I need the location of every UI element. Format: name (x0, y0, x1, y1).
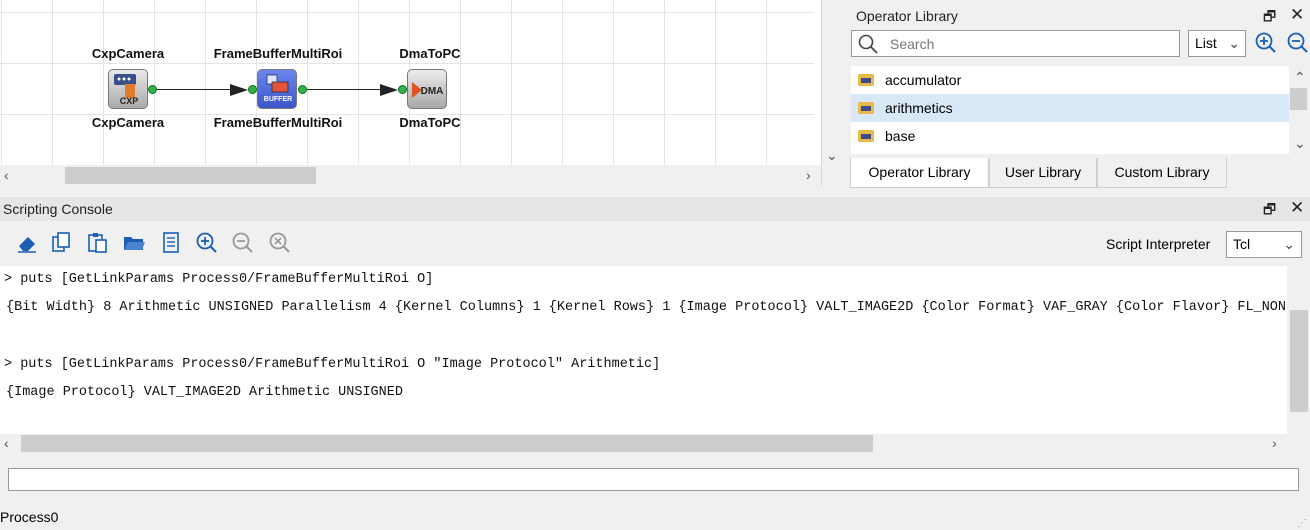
link-arrow (230, 84, 248, 96)
operator-top-label: FrameBufferMultiRoi (213, 46, 343, 61)
float-panel-icon[interactable]: 🗗 (1263, 199, 1276, 223)
search-icon (858, 34, 878, 54)
output-port[interactable] (298, 85, 307, 94)
operator-top-label: CxpCamera (91, 46, 165, 61)
float-panel-icon[interactable]: 🗗 (1263, 6, 1276, 30)
resize-grip-icon[interactable]: ⋰ (1297, 518, 1307, 529)
view-mode-value: List (1195, 35, 1217, 51)
scroll-left-icon[interactable]: ‹ (4, 436, 9, 450)
operator-bottom-label: FrameBufferMultiRoi (213, 115, 343, 130)
library-vertical-scrollbar[interactable]: ⌃ ⌄ (1289, 66, 1309, 154)
chevron-down-icon: ⌄ (1283, 236, 1295, 252)
buffer-icon: BUFFER (264, 74, 292, 103)
zoom-out-icon[interactable] (230, 230, 256, 256)
operator-bottom-label: DmaToPC (399, 115, 461, 130)
canvas-vertical-scroll-down-icon[interactable]: ⌄ (826, 148, 838, 162)
console-result-line: {Bit Width} 8 Arithmetic UNSIGNED Parall… (6, 300, 1287, 315)
canvas-horizontal-scrollbar[interactable]: ‹ › (0, 165, 821, 186)
library-folder-icon (858, 102, 874, 114)
input-port[interactable] (398, 85, 407, 94)
close-panel-icon[interactable]: ✕ (1290, 198, 1304, 218)
cxp-camera-operator[interactable]: CXP (108, 69, 148, 109)
link-line[interactable] (157, 89, 232, 90)
output-port[interactable] (148, 85, 157, 94)
status-bar-process: Process0 (0, 509, 59, 525)
list-item[interactable]: base (851, 122, 1289, 150)
script-interpreter-value: Tcl (1233, 236, 1251, 252)
zoom-in-icon[interactable] (1255, 32, 1277, 54)
dma-icon: DMA (412, 82, 444, 98)
scroll-left-icon[interactable]: ‹ (4, 168, 9, 182)
console-command-line: > puts [GetLinkParams Process0/FrameBuff… (4, 272, 434, 287)
library-panel-title: Operator Library (856, 8, 958, 24)
library-list[interactable]: accumulator arithmetics base (851, 66, 1289, 154)
tab-custom-library[interactable]: Custom Library (1097, 158, 1227, 188)
console-result-line: {Image Protocol} VALT_IMAGE2D Arithmetic… (6, 385, 403, 400)
tab-user-library[interactable]: User Library (989, 158, 1097, 188)
svg-text:DMA: DMA (421, 86, 444, 97)
framebuffer-operator[interactable]: BUFFER (257, 69, 297, 109)
console-horizontal-scrollbar[interactable]: ‹ › (0, 434, 1288, 453)
svg-text:CXP: CXP (120, 96, 139, 106)
scroll-down-icon[interactable]: ⌄ (1294, 136, 1306, 150)
library-folder-icon (858, 130, 874, 142)
search-placeholder: Search (890, 36, 935, 52)
eraser-icon[interactable] (14, 230, 40, 256)
design-canvas[interactable]: CxpCamera CXP CxpCamera FrameBufferMulti… (0, 0, 822, 186)
library-search-input[interactable]: Search (851, 30, 1180, 57)
console-output[interactable]: > puts [GetLinkParams Process0/FrameBuff… (0, 266, 1287, 434)
svg-text:BUFFER: BUFFER (264, 96, 292, 103)
scroll-right-icon[interactable]: › (806, 168, 811, 182)
operator-bottom-label: CxpCamera (91, 115, 165, 130)
zoom-reset-icon[interactable] (267, 230, 293, 256)
link-line[interactable] (307, 89, 382, 90)
library-folder-icon (858, 74, 874, 86)
console-command-line: > puts [GetLinkParams Process0/FrameBuff… (4, 357, 661, 372)
scrollbar-thumb[interactable] (1290, 310, 1308, 412)
input-port[interactable] (248, 85, 257, 94)
copy-icon[interactable] (49, 230, 75, 256)
dma-to-pc-operator[interactable]: DMA (407, 69, 447, 109)
console-vertical-scrollbar[interactable] (1288, 266, 1310, 434)
console-panel-title: Scripting Console (3, 201, 113, 217)
scrollbar-thumb[interactable] (65, 167, 316, 184)
paste-icon[interactable] (85, 230, 111, 256)
scrollbar-thumb[interactable] (1290, 88, 1307, 110)
scroll-right-icon[interactable]: › (1272, 436, 1277, 450)
scrollbar-thumb[interactable] (21, 435, 873, 452)
open-folder-icon[interactable] (121, 230, 147, 256)
zoom-out-icon[interactable] (1287, 32, 1309, 54)
list-item[interactable]: arithmetics (851, 94, 1289, 122)
tab-operator-library[interactable]: Operator Library (850, 158, 989, 188)
list-item[interactable]: accumulator (851, 66, 1289, 94)
operator-top-label: DmaToPC (399, 46, 461, 61)
console-command-input[interactable] (8, 468, 1299, 491)
camera-icon: CXP (114, 74, 139, 106)
close-panel-icon[interactable]: ✕ (1290, 5, 1304, 25)
script-interpreter-label: Script Interpreter (1106, 236, 1211, 252)
script-file-icon[interactable] (158, 230, 184, 256)
view-mode-select[interactable]: List ⌄ (1188, 30, 1246, 57)
script-interpreter-select[interactable]: Tcl ⌄ (1226, 231, 1302, 258)
scroll-up-icon[interactable]: ⌃ (1294, 70, 1306, 84)
console-title-bar: Scripting Console 🗗 ✕ (0, 197, 1310, 221)
chevron-down-icon: ⌄ (1228, 35, 1240, 51)
link-arrow (380, 84, 398, 96)
zoom-in-icon[interactable] (194, 230, 220, 256)
